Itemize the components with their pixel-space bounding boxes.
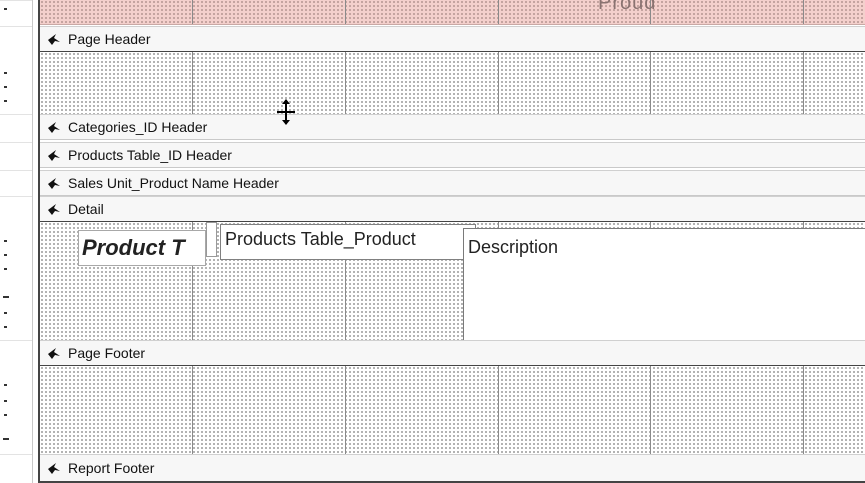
band-collapse-arrow-icon (46, 148, 64, 162)
detail-band[interactable]: Detail (40, 196, 865, 223)
report-title-label[interactable]: Proud (598, 0, 656, 15)
ruler-tick (4, 72, 7, 74)
move-cursor-icon (274, 98, 298, 131)
ruler-segment (0, 196, 32, 223)
band-collapse-arrow-icon (46, 32, 64, 46)
band-label: Sales Unit_Product Name Header (68, 175, 279, 191)
sales-unit-product-name-header-band[interactable]: Sales Unit_Product Name Header (40, 170, 865, 196)
band-label: Page Footer (68, 345, 146, 361)
product-title-label[interactable]: Product T (78, 230, 206, 266)
band-collapse-arrow-icon (46, 176, 64, 190)
ruler-tick (3, 438, 9, 440)
page-footer-grid[interactable] (40, 366, 865, 454)
ruler-tick (4, 326, 7, 328)
ruler-tick (4, 384, 7, 386)
ruler-segment (0, 170, 32, 197)
ruler-tick (3, 296, 9, 298)
categories-id-header-band[interactable]: Categories_ID Header (40, 114, 865, 140)
ruler-tick (4, 240, 7, 242)
ruler-segment (0, 142, 32, 169)
ruler-tick (4, 312, 7, 314)
report-footer-band[interactable]: Report Footer (40, 454, 865, 483)
detail-grid[interactable]: Product T Products Table_Product Descrip… (40, 222, 865, 356)
ruler-segment (0, 114, 32, 141)
ruler-tick (4, 400, 7, 402)
ruler-tick (4, 86, 7, 88)
report-header-grid[interactable]: Proud (40, 0, 865, 25)
band-label: Page Header (68, 31, 151, 47)
band-collapse-arrow-icon (46, 346, 64, 360)
ruler-segment (0, 340, 32, 367)
page-footer-band[interactable]: Page Footer (40, 340, 865, 367)
ruler-segment (0, 0, 32, 27)
report-design-canvas[interactable]: Proud Page Header Categories_ID Header P… (38, 0, 865, 483)
ruler-tick (4, 254, 7, 256)
band-collapse-arrow-icon (46, 202, 64, 216)
ruler-tick (4, 100, 7, 102)
ruler-tick (4, 8, 7, 10)
band-label: Report Footer (68, 460, 155, 476)
ruler-segment (0, 454, 32, 481)
description-textbox[interactable]: Description (463, 228, 865, 356)
band-collapse-arrow-icon (46, 461, 64, 475)
products-table-id-header-band[interactable]: Products Table_ID Header (40, 142, 865, 168)
control-move-handle[interactable] (206, 222, 217, 257)
vertical-ruler[interactable] (0, 0, 33, 483)
page-header-band[interactable]: Page Header (40, 26, 865, 53)
ruler-tick (4, 414, 7, 416)
products-table-product-textbox[interactable]: Products Table_Product (220, 224, 476, 260)
band-collapse-arrow-icon (46, 120, 64, 134)
band-label: Detail (68, 201, 104, 217)
page-header-grid[interactable] (40, 52, 865, 114)
band-label: Categories_ID Header (68, 119, 208, 135)
band-label: Products Table_ID Header (68, 147, 232, 163)
ruler-segment (0, 26, 32, 53)
ruler-tick (4, 268, 7, 270)
